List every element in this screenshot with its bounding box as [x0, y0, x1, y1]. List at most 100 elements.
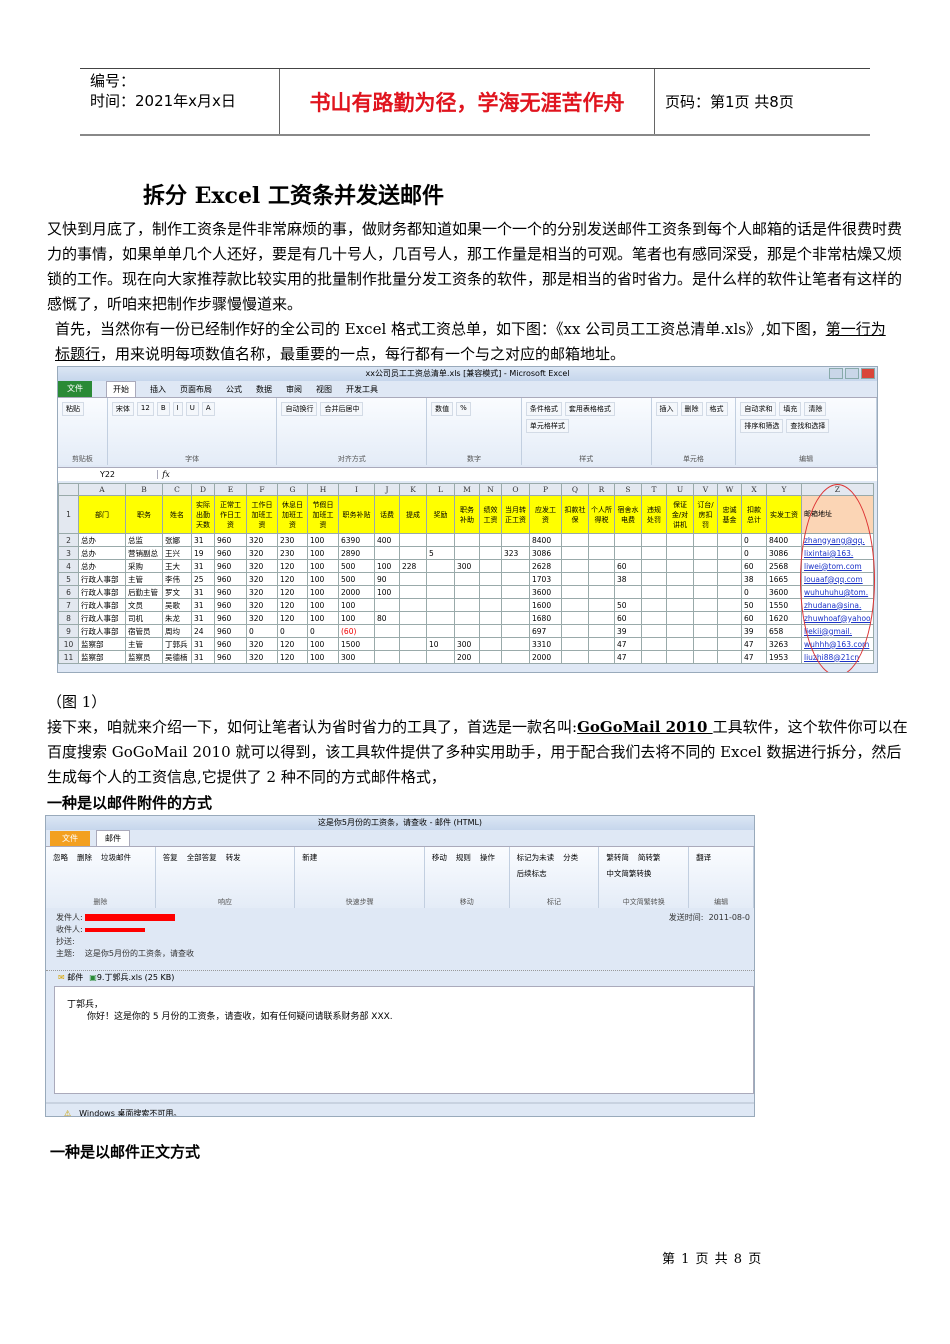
column-header[interactable]: B [125, 483, 163, 496]
cell[interactable] [588, 533, 615, 547]
ribbon-button[interactable]: 清除 [804, 402, 827, 416]
cell[interactable] [588, 624, 615, 638]
cell[interactable]: 120 [277, 572, 308, 586]
cell[interactable]: 80 [374, 611, 400, 625]
cell[interactable] [641, 572, 667, 586]
cell[interactable]: 8400 [766, 533, 802, 547]
cell[interactable] [399, 585, 427, 599]
tab-8[interactable]: 开发工具 [346, 384, 378, 395]
cell[interactable]: 658 [766, 624, 802, 638]
cell[interactable]: 100 [307, 546, 339, 560]
cell[interactable] [426, 585, 455, 599]
cell[interactable]: 行政人事部 [78, 598, 126, 612]
cell[interactable] [666, 546, 694, 560]
cell[interactable] [641, 546, 667, 560]
cell[interactable]: 230 [277, 533, 308, 547]
cell[interactable] [479, 533, 502, 547]
ribbon-button[interactable]: 套用表格格式 [564, 402, 615, 416]
cell[interactable]: 吴德楠 [162, 650, 192, 664]
ribbon-button[interactable]: 中文简繁转换 [603, 867, 654, 880]
cell[interactable]: 320 [246, 650, 278, 664]
cell[interactable]: 24 [191, 624, 215, 638]
cell[interactable]: 3086 [529, 546, 562, 560]
cell[interactable] [479, 585, 502, 599]
row-number[interactable]: 10 [58, 637, 79, 651]
cell[interactable] [399, 533, 427, 547]
ribbon-button[interactable]: 分类 [560, 851, 581, 864]
cell[interactable]: 50 [614, 598, 642, 612]
cell[interactable] [693, 546, 718, 560]
tab-5[interactable]: 数据 [256, 384, 272, 395]
header-cell[interactable]: 扣款总计 [741, 495, 767, 534]
ribbon-button[interactable]: 操作 [477, 851, 498, 864]
header-cell[interactable]: 个人所得税 [588, 495, 615, 534]
header-cell[interactable]: 扣款社保 [561, 495, 589, 534]
row-number[interactable]: 8 [58, 611, 79, 625]
cell[interactable]: 39 [741, 624, 767, 638]
message-tab[interactable]: ✉ 邮件 [58, 972, 83, 983]
cell[interactable]: 0 [741, 585, 767, 599]
fx-icon[interactable]: fx [158, 470, 174, 479]
ribbon-button[interactable]: 新建 [299, 851, 320, 864]
close-icon[interactable] [861, 368, 875, 379]
cell[interactable] [501, 572, 530, 586]
cell[interactable] [479, 611, 502, 625]
cell[interactable]: 50 [741, 598, 767, 612]
cell[interactable] [717, 533, 742, 547]
cell[interactable]: 31 [191, 611, 215, 625]
cell[interactable]: 320 [246, 611, 278, 625]
cell[interactable] [399, 598, 427, 612]
cell[interactable] [666, 598, 694, 612]
cell[interactable]: 0 [741, 533, 767, 547]
cell[interactable] [641, 585, 667, 599]
cell[interactable]: 960 [214, 585, 247, 599]
cell[interactable]: 2568 [766, 559, 802, 573]
cell[interactable] [588, 585, 615, 599]
header-cell[interactable]: 奖励 [426, 495, 455, 534]
cell[interactable]: 320 [246, 559, 278, 573]
tab-file[interactable]: 文件 [50, 831, 90, 846]
ribbon-button[interactable]: 自动求和 [740, 402, 777, 416]
cell[interactable]: 100 [338, 598, 375, 612]
cell[interactable]: 120 [277, 611, 308, 625]
cell[interactable] [666, 637, 694, 651]
cell[interactable]: 100 [307, 572, 339, 586]
cell[interactable] [561, 650, 589, 664]
row-number[interactable]: 6 [58, 585, 79, 599]
cell[interactable]: 500 [338, 572, 375, 586]
header-cell[interactable]: 违规处罚 [641, 495, 667, 534]
cell[interactable] [588, 637, 615, 651]
cell[interactable]: 47 [741, 637, 767, 651]
cell[interactable]: 47 [741, 650, 767, 664]
ribbon-button[interactable]: 翻译 [693, 851, 714, 864]
tab-4[interactable]: 公式 [226, 384, 242, 395]
cell[interactable] [426, 598, 455, 612]
cell[interactable] [666, 611, 694, 625]
cell[interactable]: 100 [338, 611, 375, 625]
header-cell[interactable]: 姓名 [162, 495, 192, 534]
row-number[interactable]: 7 [58, 598, 79, 612]
cell[interactable] [717, 559, 742, 573]
cell[interactable] [693, 585, 718, 599]
cell[interactable]: 1703 [529, 572, 562, 586]
cell[interactable] [399, 611, 427, 625]
cell[interactable] [666, 572, 694, 586]
cell[interactable]: 38 [614, 572, 642, 586]
cell[interactable]: 1953 [766, 650, 802, 664]
ribbon-button[interactable]: B [156, 402, 170, 416]
cell[interactable] [501, 611, 530, 625]
cell[interactable]: 周均 [162, 624, 192, 638]
cell[interactable] [666, 533, 694, 547]
cell[interactable] [426, 611, 455, 625]
ribbon-button[interactable]: 繁转简 [603, 851, 632, 864]
cell[interactable] [479, 559, 502, 573]
cell[interactable]: 300 [338, 650, 375, 664]
cell[interactable]: 总办 [78, 559, 126, 573]
ribbon-button[interactable]: 删除 [74, 851, 95, 864]
cell[interactable] [399, 624, 427, 638]
cell[interactable]: 3600 [529, 585, 562, 599]
cell[interactable]: 10 [426, 637, 455, 651]
cell[interactable]: 5 [426, 546, 455, 560]
ribbon-button[interactable]: 条件格式 [525, 402, 562, 416]
cell[interactable]: 31 [191, 637, 215, 651]
